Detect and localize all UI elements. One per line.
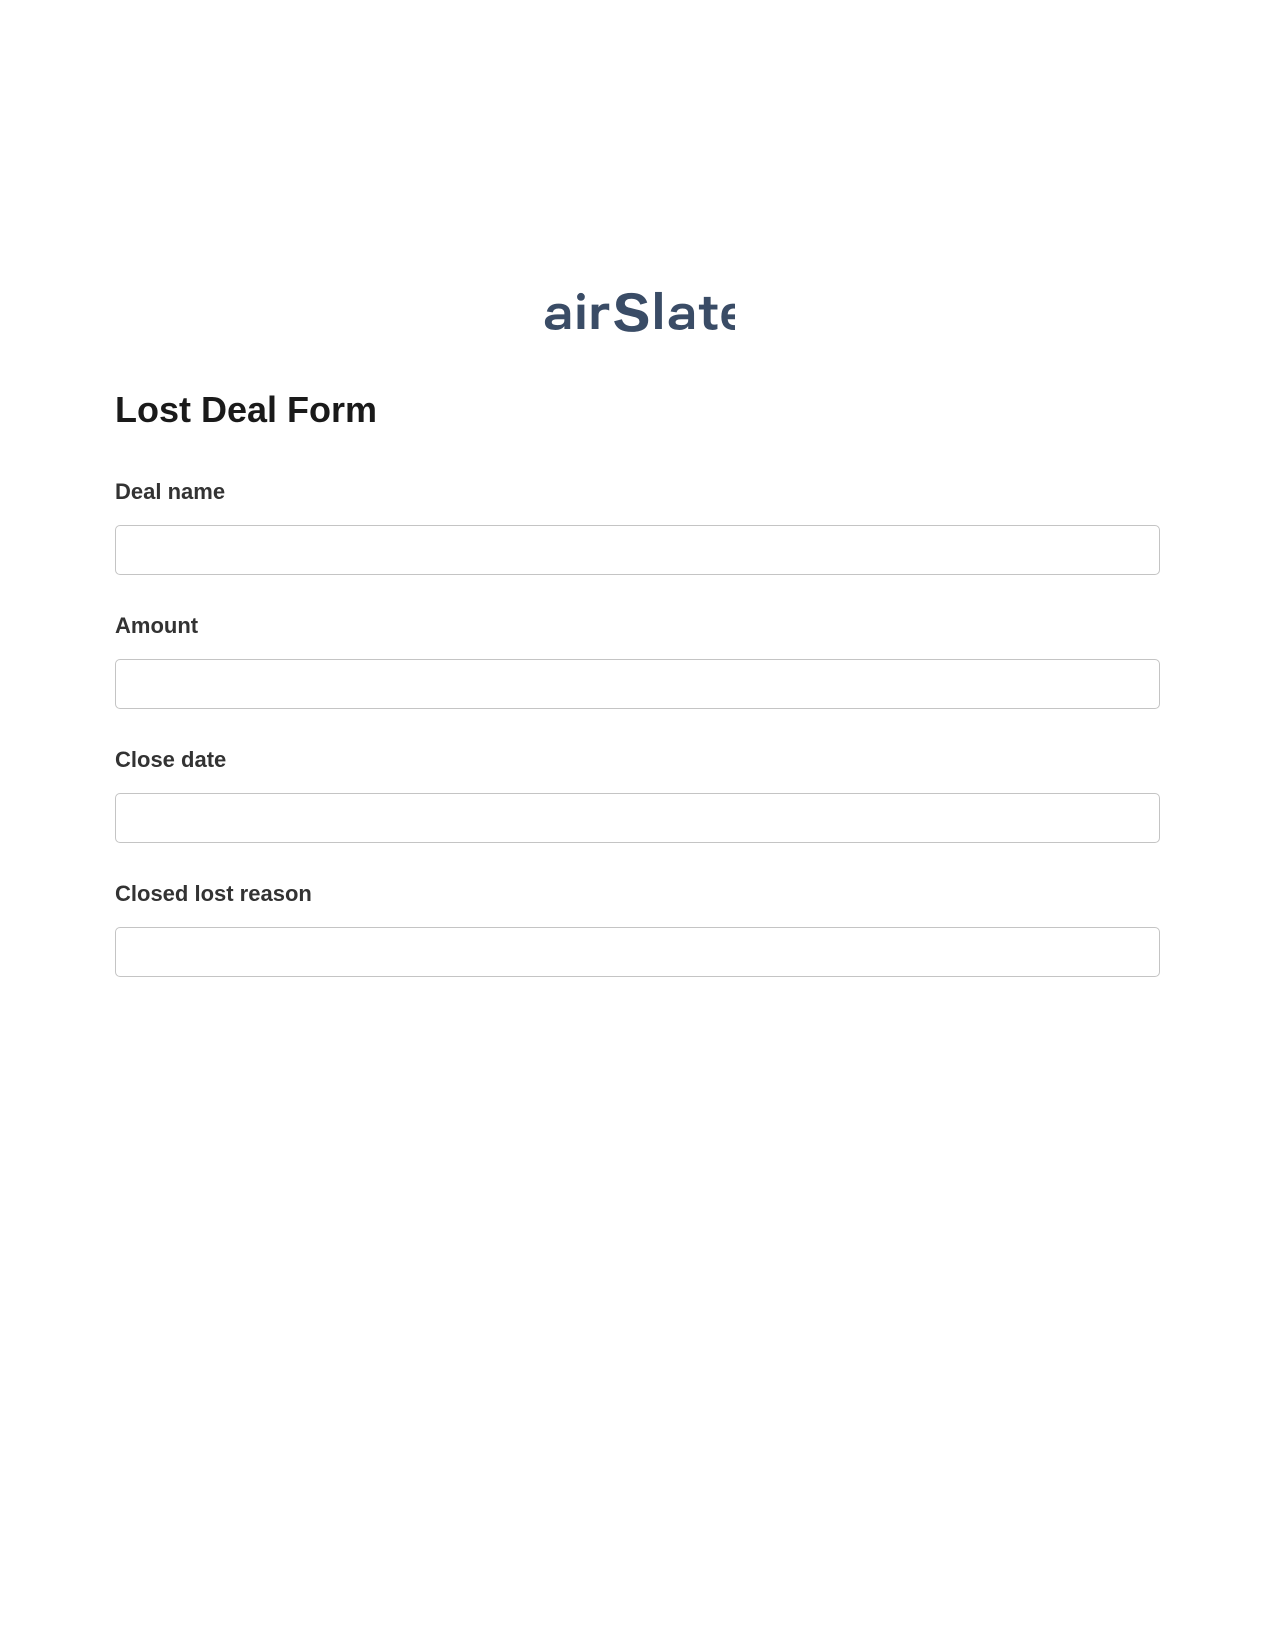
field-deal-name: Deal name	[115, 479, 1160, 575]
airslate-logo-icon	[540, 290, 735, 334]
brand-logo	[115, 290, 1160, 334]
close-date-label: Close date	[115, 747, 1160, 773]
field-amount: Amount	[115, 613, 1160, 709]
closed-lost-reason-input[interactable]	[115, 927, 1160, 977]
deal-name-label: Deal name	[115, 479, 1160, 505]
amount-input[interactable]	[115, 659, 1160, 709]
deal-name-input[interactable]	[115, 525, 1160, 575]
close-date-input[interactable]	[115, 793, 1160, 843]
field-closed-lost-reason: Closed lost reason	[115, 881, 1160, 977]
closed-lost-reason-label: Closed lost reason	[115, 881, 1160, 907]
amount-label: Amount	[115, 613, 1160, 639]
form-title: Lost Deal Form	[115, 389, 1160, 431]
form-page: Lost Deal Form Deal name Amount Close da…	[0, 0, 1275, 977]
field-close-date: Close date	[115, 747, 1160, 843]
